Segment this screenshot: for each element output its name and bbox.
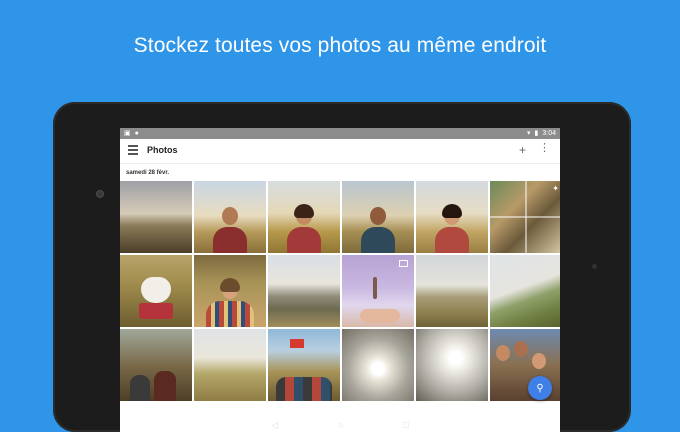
video-icon — [399, 260, 408, 267]
sensor — [592, 264, 597, 269]
album-sparkle-icon: ✦ — [552, 184, 559, 193]
photo-woman-scarf[interactable] — [268, 181, 340, 253]
photo-dog-bandana[interactable] — [120, 255, 192, 327]
more-options-icon[interactable]: ⋮ — [539, 142, 550, 154]
photo-sunset-field[interactable] — [120, 181, 192, 253]
photo-group-flag[interactable] — [268, 329, 340, 401]
date-section-label: samedi 28 févr. — [126, 170, 170, 176]
photo-man-sunglasses[interactable] — [194, 181, 266, 253]
photo-woman-smiling[interactable] — [416, 181, 488, 253]
home-icon[interactable]: ○ — [338, 420, 343, 430]
photo-sun-clouds[interactable] — [342, 329, 414, 401]
status-time: 3:04 — [542, 130, 556, 137]
menu-icon[interactable] — [128, 145, 138, 155]
photo-meadow-landscape[interactable] — [416, 255, 488, 327]
photo-sun-sky[interactable] — [416, 329, 488, 401]
status-bar: ▣ ● ▾ ▮ 3:04 — [120, 128, 560, 139]
add-icon[interactable]: + — [519, 143, 526, 157]
android-notification-icon: ● — [134, 130, 139, 137]
battery-icon: ▮ — [534, 130, 539, 137]
navigation-bar: ◁ ○ □ — [120, 418, 560, 432]
wifi-icon: ▾ — [527, 130, 531, 137]
device-screen: ▣ ● ▾ ▮ 3:04 Photos + ⋮ samedi 28 févr. — [120, 128, 560, 432]
photo-hills-landscape[interactable] — [268, 255, 340, 327]
photo-man-field[interactable] — [342, 181, 414, 253]
photo-hillside-landscape[interactable] — [490, 255, 560, 327]
photo-group-album[interactable]: ✦ — [490, 181, 560, 253]
front-camera — [96, 190, 104, 198]
search-fab-button[interactable]: ⚲ — [528, 376, 552, 400]
photo-grid: ✦ — [120, 181, 560, 401]
photo-grass-hill[interactable] — [194, 329, 266, 401]
back-icon[interactable]: ◁ — [271, 420, 278, 431]
headline: Stockez toutes vos photos au même endroi… — [133, 34, 547, 57]
photo-woman-blanket[interactable] — [194, 255, 266, 327]
tablet-device: ▣ ● ▾ ▮ 3:04 Photos + ⋮ samedi 28 févr. — [53, 102, 631, 432]
photo-people-sitting[interactable] — [120, 329, 192, 401]
app-bar: Photos + ⋮ — [120, 139, 560, 164]
recents-icon[interactable]: □ — [403, 420, 408, 430]
app-title: Photos — [147, 145, 178, 155]
search-icon: ⚲ — [536, 382, 544, 394]
photo-person-hand-video[interactable] — [342, 255, 414, 327]
gallery-notification-icon: ▣ — [124, 130, 131, 137]
